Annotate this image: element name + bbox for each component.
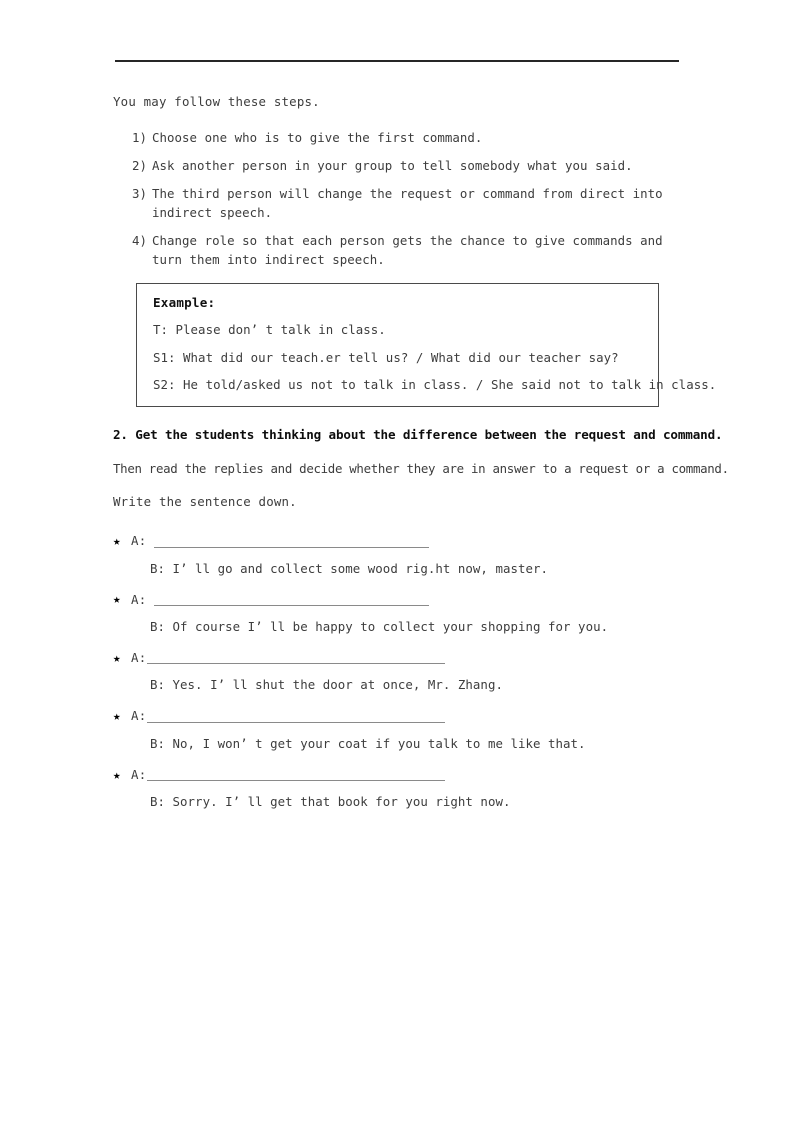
dialogue-prompt-row: ★ A: [113, 764, 679, 782]
example-line-teacher: T: Please don’ t talk in class. [153, 322, 386, 338]
dialogue-prompt-row: ★ A: [113, 589, 679, 606]
step-text: Ask another person in your group to tell… [152, 158, 633, 174]
dialogue-item: ★ A: B: I’ ll go and collect some wood r… [113, 531, 679, 575]
step-text: The third person will change the request… [152, 186, 663, 220]
dialogue-list: ★ A: B: I’ ll go and collect some wood r… [113, 531, 679, 809]
step-number: 3) [132, 186, 148, 202]
document-content: You may follow these steps. 1) Choose on… [113, 60, 729, 823]
example-box: Example: T: Please don’ t talk in class.… [136, 283, 717, 407]
section-lead-line-2: Write the sentence down. [113, 494, 297, 510]
example-line-student1: S1: What did our teach.er tell us? / Wha… [153, 349, 619, 365]
speaker-a-label: A: [131, 591, 147, 607]
section-lead-line-1: Then read the replies and decide whether… [113, 460, 729, 476]
document-page: You may follow these steps. 1) Choose on… [0, 0, 793, 1122]
step-number: 2) [132, 158, 148, 174]
example-line-student2: S2: He told/asked us not to talk in clas… [153, 377, 717, 393]
star-icon: ★ [113, 533, 121, 548]
header-rule [115, 60, 679, 62]
dialogue-item: ★ A: B: Yes. I’ ll shut the door at once… [113, 647, 679, 691]
step-item: 4) Change role so that each person gets … [113, 232, 679, 270]
dialogue-reply-b: B: Of course I’ ll be happy to collect y… [150, 618, 609, 634]
speaker-a-label: A: [131, 649, 147, 665]
speaker-a-label: A: [131, 708, 147, 724]
dialogue-prompt-row: ★ A: [113, 531, 679, 548]
star-icon: ★ [113, 708, 121, 724]
star-icon: ★ [113, 766, 121, 782]
example-title: Example: [153, 295, 216, 311]
star-icon: ★ [113, 591, 121, 607]
answer-blank[interactable] [146, 769, 445, 782]
dialogue-item: ★ A: B: No, I won’ t get your coat if yo… [113, 706, 679, 750]
dialogue-item: ★ A: B: Sorry. I’ ll get that book for y… [113, 764, 679, 808]
star-icon: ★ [113, 649, 121, 665]
dialogue-reply-b: B: Sorry. I’ ll get that book for you ri… [150, 794, 511, 810]
dialogue-reply-b: B: Yes. I’ ll shut the door at once, Mr.… [150, 677, 503, 693]
speaker-a-label: A: [131, 766, 147, 782]
dialogue-item: ★ A: B: Of course I’ ll be happy to coll… [113, 589, 679, 633]
section-heading: 2. Get the students thinking about the d… [113, 426, 723, 442]
answer-blank[interactable] [146, 652, 445, 665]
answer-blank[interactable] [146, 711, 445, 723]
dialogue-prompt-row: ★ A: [113, 706, 679, 723]
step-text: Change role so that each person gets the… [152, 232, 663, 267]
step-item: 2) Ask another person in your group to t… [113, 157, 679, 176]
step-number: 1) [132, 130, 148, 146]
dialogue-reply-b: B: I’ ll go and collect some wood rig.ht… [150, 560, 549, 576]
steps-list: 1) Choose one who is to give the first c… [113, 129, 679, 269]
intro-paragraph: You may follow these steps. [113, 94, 320, 109]
speaker-a-label: A: [131, 533, 147, 549]
answer-blank[interactable] [153, 594, 429, 606]
step-item: 3) The third person will change the requ… [113, 185, 679, 223]
dialogue-prompt-row: ★ A: [113, 647, 679, 665]
answer-blank[interactable] [153, 536, 429, 548]
dialogue-reply-b: B: No, I won’ t get your coat if you tal… [150, 735, 586, 751]
step-number: 4) [132, 232, 148, 248]
step-item: 1) Choose one who is to give the first c… [113, 129, 679, 148]
step-text: Choose one who is to give the first comm… [152, 130, 483, 146]
